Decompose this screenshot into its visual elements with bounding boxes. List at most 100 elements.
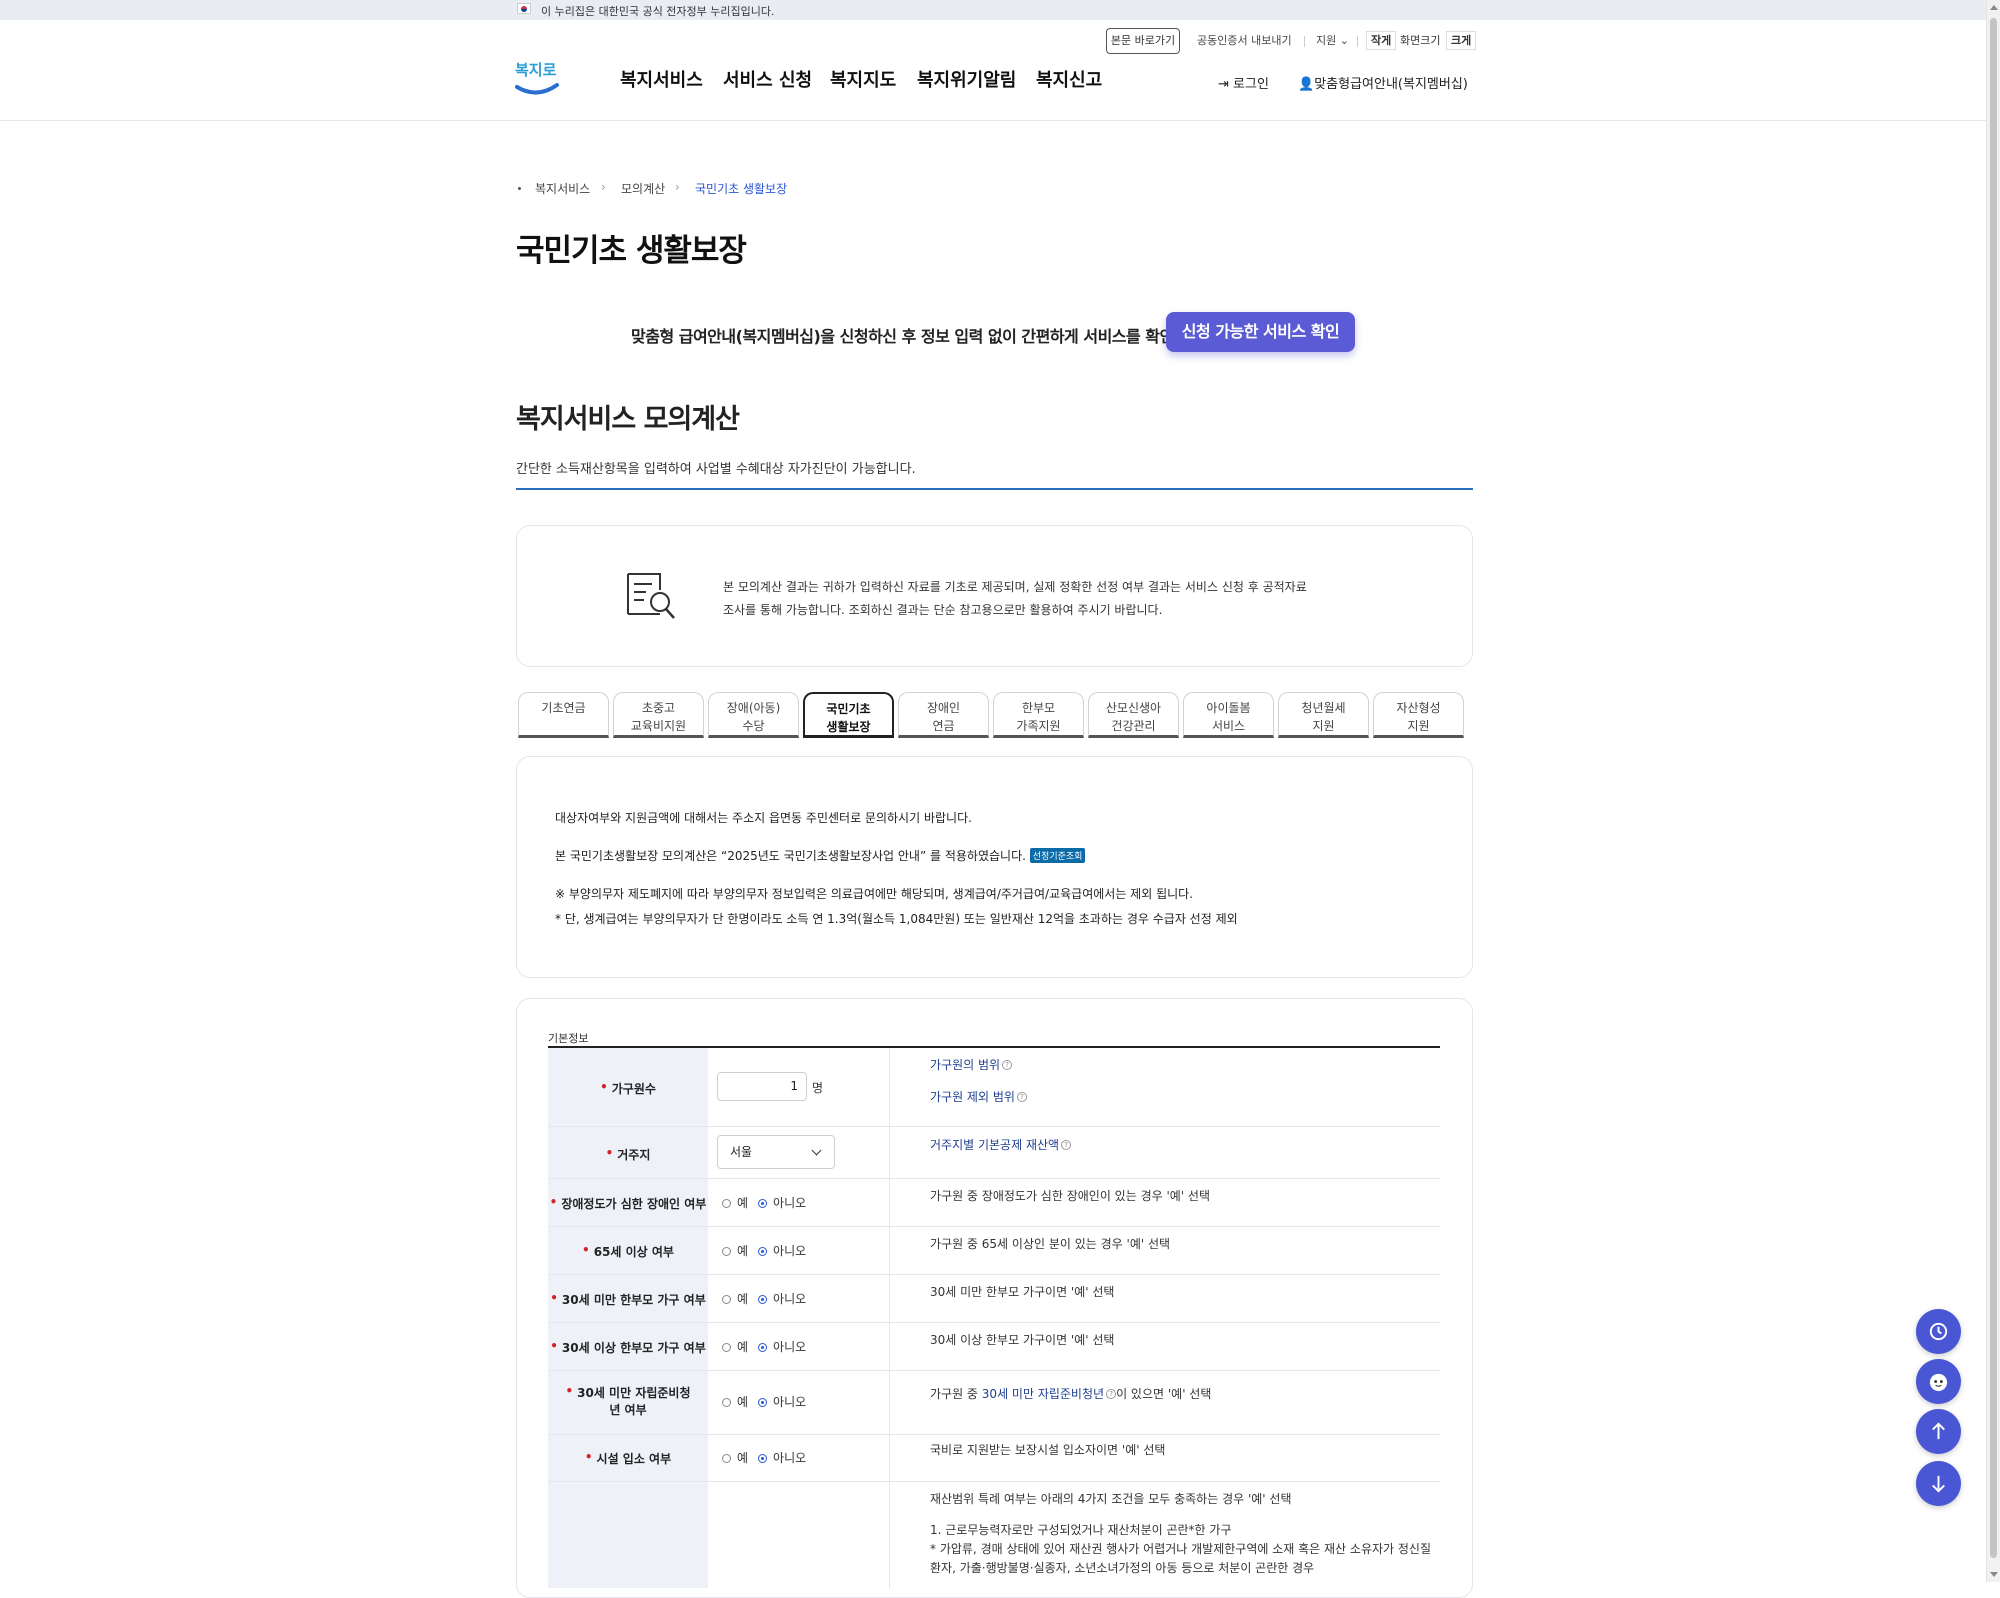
radio-no-selected[interactable] — [758, 1295, 768, 1304]
font-size-label: 화면크기 — [1400, 34, 1441, 47]
tab-single-parent[interactable]: 한부모 가족지원 — [993, 692, 1084, 738]
check-available-services-button[interactable]: 신청 가능한 서비스 확인 — [1166, 312, 1355, 352]
household-size-input[interactable]: 1 — [717, 1072, 807, 1101]
membership-link[interactable]: 👤맞춤형급여안내(복지멤버십) — [1298, 73, 1468, 92]
radio-label: 예 — [737, 1395, 749, 1409]
required-mark: • — [550, 1339, 558, 1353]
single-parent-under30-radio[interactable]: 예 아니오 — [722, 1290, 806, 1307]
chatbot-button[interactable] — [1916, 1359, 1961, 1404]
household-exclusion-link[interactable]: 가구원 제외 범위? — [930, 1088, 1027, 1107]
scroll-bottom-button[interactable] — [1916, 1461, 1961, 1506]
radio-yes[interactable] — [722, 1295, 731, 1304]
residence-select[interactable]: 서울 — [717, 1135, 835, 1169]
facility-residence-radio[interactable]: 예 아니오 — [722, 1449, 806, 1466]
label-text: 30세 미만 자립준비청년 여부 — [577, 1386, 691, 1417]
residence-deduction-link[interactable]: 거주지별 기본공제 재산액? — [930, 1136, 1072, 1155]
gnb-welfare-services[interactable]: 복지서비스 — [620, 66, 703, 92]
row-divider — [548, 1370, 1440, 1371]
tab-label: 자산형성 — [1396, 701, 1441, 715]
gnb-welfare-map[interactable]: 복지지도 — [830, 66, 896, 92]
radio-yes[interactable] — [722, 1247, 731, 1256]
tab-basic-livelihood[interactable]: 국민기초 생활보장 — [803, 692, 894, 738]
youth-independence-link[interactable]: 30세 미만 자립준비청년 — [982, 1387, 1104, 1401]
single-parent-over30-radio[interactable]: 예 아니오 — [722, 1338, 806, 1355]
radio-yes[interactable] — [722, 1454, 731, 1463]
skip-to-content-button[interactable]: 본문 바로가기 — [1106, 28, 1180, 54]
tab-childcare[interactable]: 아이돌봄 서비스 — [1183, 692, 1274, 738]
home-dot-icon — [518, 187, 521, 190]
tab-label: 장애인 — [926, 701, 961, 715]
gnb-service-apply[interactable]: 서비스 신청 — [723, 66, 812, 92]
scroll-top-button[interactable] — [1916, 1409, 1961, 1454]
breadcrumb-item[interactable]: 복지서비스 — [535, 180, 590, 197]
info-line: * 단, 생계급여는 부양의무자가 단 한명이라도 소득 연 1.3억(월소득 … — [555, 912, 1238, 926]
row-divider — [548, 1322, 1440, 1323]
notice-text: 본 모의계산 결과는 귀하가 입력하신 자료를 기초로 제공되며, 실제 정확한… — [723, 576, 1307, 622]
gnb-welfare-report[interactable]: 복지신고 — [1036, 66, 1102, 92]
desc-text: 가구원 중 — [930, 1387, 982, 1401]
household-scope-link[interactable]: 가구원의 범위? — [930, 1056, 1013, 1075]
radio-no-selected[interactable] — [758, 1247, 768, 1256]
tab-education-support[interactable]: 초중고 교육비지원 — [613, 692, 704, 738]
gnb-crisis-alert[interactable]: 복지위기알림 — [917, 66, 1016, 92]
severe-disability-label: • 장애정도가 심한 장애인 여부 — [548, 1194, 708, 1213]
scroll-down-arrow-icon[interactable] — [1990, 1572, 1998, 1577]
divider — [1304, 36, 1305, 47]
gov-banner-text: 이 누리집은 대한민국 공식 전자정부 누리집입니다. — [541, 5, 775, 18]
tab-disability-allowance[interactable]: 장애(아동) 수당 — [708, 692, 799, 738]
radio-label: 예 — [737, 1244, 749, 1258]
radio-yes[interactable] — [722, 1398, 731, 1407]
vertical-scrollbar[interactable] — [1986, 0, 2000, 1582]
radio-no-selected[interactable] — [758, 1454, 768, 1463]
font-large-button[interactable]: 크게 — [1446, 31, 1477, 50]
row-description: 가구원 중 장애정도가 심한 장애인이 있는 경우 '예' 선택 — [930, 1189, 1210, 1203]
residence-label: • 거주지 — [548, 1145, 708, 1164]
tab-basic-pension[interactable]: 기초연금 — [518, 692, 609, 738]
tab-asset-building[interactable]: 자산형성지원 — [1373, 692, 1464, 738]
tab-label: 초중고 — [641, 701, 676, 715]
scroll-up-arrow-icon[interactable] — [1990, 5, 1998, 10]
scrollbar-thumb[interactable] — [1990, 18, 1997, 1558]
chatbot-icon — [1929, 1373, 1948, 1392]
breadcrumb-item[interactable]: 모의계산 — [621, 180, 665, 197]
link-text: 가구원의 범위 — [930, 1058, 1001, 1072]
criteria-lookup-badge[interactable]: 선정기준조회 — [1029, 848, 1086, 863]
language-select[interactable]: 지원 ⌄ — [1316, 28, 1349, 54]
form-column-divider — [889, 1048, 890, 1588]
special-condition-note: 환자, 가출·행방불명·실종자, 소년소녀가정의 아동 등으로 처분이 곤란한 … — [930, 1561, 1315, 1575]
required-mark: • — [565, 1384, 574, 1398]
youth-independence-radio[interactable]: 예 아니오 — [722, 1393, 806, 1410]
tab-label: 가족지원 — [1016, 719, 1061, 733]
logo-text: 복지로 — [515, 61, 557, 79]
arrow-down-icon — [1932, 1475, 1945, 1493]
tab-label: 서비스 — [1211, 719, 1246, 733]
info-box: 대상자여부와 지원금액에 대해서는 주소지 읍면동 주민센터로 문의하시기 바랍… — [516, 756, 1473, 978]
tab-maternal-care[interactable]: 산모신생아 건강관리 — [1088, 692, 1179, 738]
recent-history-button[interactable] — [1916, 1309, 1961, 1354]
radio-no-selected[interactable] — [758, 1343, 768, 1352]
radio-no-selected[interactable] — [758, 1398, 768, 1407]
bokjiro-logo[interactable]: 복지로 — [513, 55, 561, 99]
font-small-button[interactable]: 작게 — [1366, 31, 1397, 50]
tab-disability-pension[interactable]: 장애인 연금 — [898, 692, 989, 738]
info-line: ※ 부양의무자 제도폐지에 따라 부양의무자 정보입력은 의료급여에만 해당되며… — [555, 887, 1193, 901]
info-text: 본 국민기초생활보장 모의계산은 “2025년도 국민기초생활보장사업 안내” … — [555, 849, 1026, 863]
info-line: 본 국민기초생활보장 모의계산은 “2025년도 국민기초생활보장사업 안내” … — [555, 847, 1086, 864]
special-condition-1: 1. 근로무능력자로만 구성되었거나 재산처분이 곤란*한 가구 — [930, 1523, 1232, 1537]
radio-yes[interactable] — [722, 1199, 731, 1208]
radio-label: 아니오 — [773, 1395, 807, 1409]
row-divider — [548, 1126, 1440, 1127]
tab-label: 지원 — [1407, 719, 1430, 733]
cert-export-link[interactable]: 공동인증서 내보내기 — [1197, 28, 1292, 54]
login-link[interactable]: ⇥ 로그인 — [1218, 73, 1269, 92]
radio-no-selected[interactable] — [758, 1199, 768, 1208]
severe-disability-radio[interactable]: 예 아니오 — [722, 1194, 806, 1211]
special-condition-note: * 가압류, 경매 상태에 있어 재산권 행사가 어렵거나 개발제한구역에 소재… — [930, 1542, 1432, 1556]
label-text: 30세 미만 한부모 가구 여부 — [561, 1293, 706, 1307]
gov-banner: 이 누리집은 대한민국 공식 전자정부 누리집입니다. — [0, 0, 1986, 20]
radio-yes[interactable] — [722, 1343, 731, 1352]
age-65-radio[interactable]: 예 아니오 — [722, 1242, 806, 1259]
single-parent-under30-label: • 30세 미만 한부모 가구 여부 — [548, 1290, 708, 1309]
radio-label: 아니오 — [773, 1340, 807, 1354]
tab-youth-rent[interactable]: 청년월세 지원 — [1278, 692, 1369, 738]
